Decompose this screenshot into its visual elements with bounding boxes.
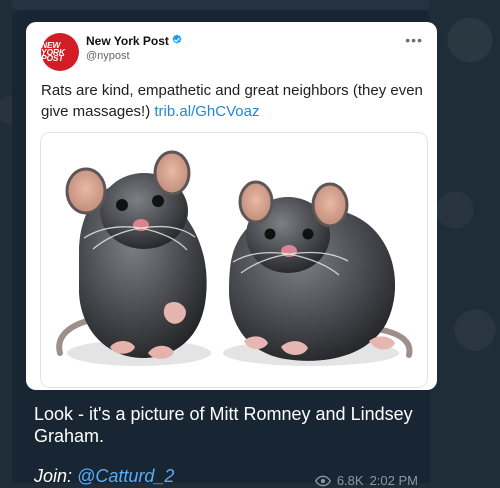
previous-message-edge <box>12 0 430 10</box>
join-link[interactable]: @Catturd_2 <box>77 466 174 486</box>
verified-badge-icon <box>172 34 182 44</box>
right-rat-ear-left <box>238 180 274 224</box>
nypost-avatar[interactable]: NEW YORK POST <box>41 33 79 71</box>
left-rat-ear-right <box>153 150 191 196</box>
tweet-text: Rats are kind, empathetic and great neig… <box>41 80 424 122</box>
right-rat-eye-left <box>264 228 276 240</box>
avatar-text: NEW YORK POST <box>41 39 65 64</box>
rats-photo <box>41 133 427 387</box>
account-name[interactable]: New York Post <box>86 34 169 48</box>
message-caption: Look - it's a picture of Mitt Romney and… <box>34 404 413 446</box>
account-handle[interactable]: @nypost <box>86 50 130 62</box>
join-line: Join: @Catturd_2 <box>34 466 174 487</box>
message-time: 2:02 PM <box>369 473 418 488</box>
tweet-link[interactable]: trib.al/GhCVoaz <box>154 103 259 120</box>
message-meta: 6.8K 2:02 PM <box>314 473 418 488</box>
more-options-icon[interactable]: ••• <box>405 32 423 48</box>
join-label: Join: <box>34 466 73 486</box>
view-count: 6.8K <box>336 473 364 488</box>
tweet-media[interactable] <box>40 132 428 388</box>
right-rat-eye-right <box>302 228 314 240</box>
left-rat-eye-left <box>116 199 128 211</box>
tweet-card[interactable]: NEW YORK POST New York Post @nypost ••• … <box>26 22 437 390</box>
right-rat-ear-right <box>311 182 349 228</box>
eye-pupil <box>320 478 325 483</box>
message-bubble[interactable]: NEW YORK POST New York Post @nypost ••• … <box>12 10 437 488</box>
left-rat-eye-right <box>152 195 164 207</box>
eye-icon <box>314 475 331 486</box>
left-rat-ear-left <box>65 167 107 215</box>
verified-badge-shape <box>172 34 182 44</box>
